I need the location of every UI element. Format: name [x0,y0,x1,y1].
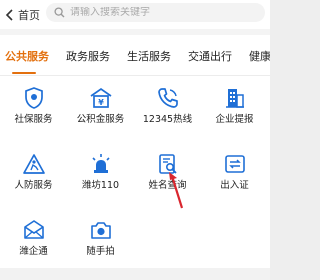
tab-public-services[interactable]: 公共服务 [5,50,49,64]
envelope-icon [22,218,46,242]
phone-icon [156,86,180,110]
housing-fund-icon: ¥ [89,86,113,110]
service-snapshot[interactable]: 随手拍 [67,208,134,268]
back-label: 首页 [18,8,40,22]
back-button[interactable]: 首页 [0,0,40,30]
service-label: 社保服务 [14,114,53,125]
service-label: 随手拍 [86,246,115,257]
service-civil-defense[interactable]: 人防服务 [0,142,67,202]
header-divider [0,29,270,35]
service-hotline[interactable]: 12345热线 [134,76,201,136]
tab-life-services[interactable]: 生活服务 [127,50,171,64]
shield-icon [22,86,46,110]
service-grid: 社保服务 ¥ 公积金服务 12345热线 企业提报 人防服务 潍坊110 姓名查… [0,76,270,270]
service-label: 公积金服务 [76,114,125,125]
search-box[interactable] [46,3,265,22]
top-bar: 首页 [0,0,270,30]
service-enterprise-report[interactable]: 企业提报 [201,76,268,136]
tab-transport[interactable]: 交通出行 [188,50,232,64]
service-weiqitong[interactable]: 潍企通 [0,208,67,268]
service-police-110[interactable]: 潍坊110 [67,142,134,202]
building-icon [223,86,247,110]
bottom-strip [0,268,270,280]
civil-defense-icon [22,152,46,176]
camera-icon [89,218,113,242]
svg-text:¥: ¥ [98,98,104,107]
active-tab-indicator [12,72,36,74]
service-label: 潍企通 [19,246,48,257]
category-tabs: 公共服务 政务服务 生活服务 交通出行 健康医 [0,37,270,75]
service-label: 企业提报 [215,114,254,125]
service-label: 潍坊110 [81,180,120,191]
app-screen: 首页 公共服务 政务服务 生活服务 交通出行 健康医 [0,0,270,280]
service-entry-pass[interactable]: 出入证 [201,142,268,202]
pass-card-icon [223,152,247,176]
service-label: 出入证 [220,180,249,191]
service-social-security[interactable]: 社保服务 [0,76,67,136]
search-input[interactable] [70,7,250,18]
back-arrow-icon [5,9,15,21]
service-housing-fund[interactable]: ¥ 公积金服务 [67,76,134,136]
tab-health[interactable]: 健康医 [249,50,270,64]
annotation-arrow-icon [169,172,184,209]
police-siren-icon [89,152,113,176]
tab-government-services[interactable]: 政务服务 [66,50,110,64]
service-label: 人防服务 [14,180,53,191]
search-icon [54,7,65,18]
service-label: 12345热线 [142,114,193,125]
